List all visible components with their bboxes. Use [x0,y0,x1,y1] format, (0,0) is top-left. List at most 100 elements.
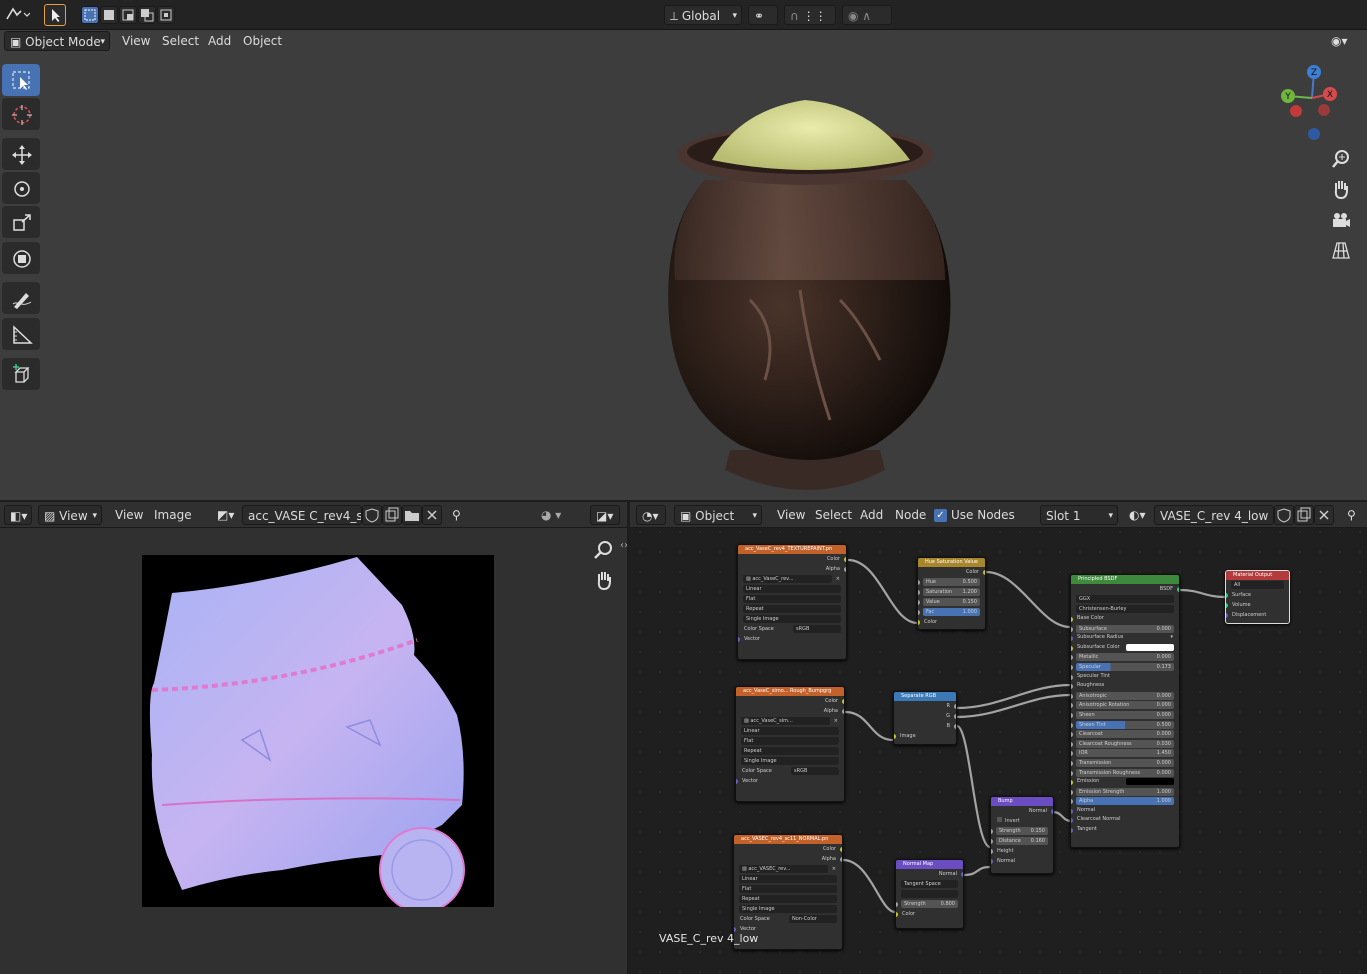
bsdf-input-subsurface[interactable]: Subsurface 0.000 [1071,624,1179,634]
bsdf-input-subsurface-color[interactable]: Subsurface Color [1071,643,1179,653]
socket-distance-in[interactable] [991,839,993,844]
socket-value-in[interactable] [918,600,920,605]
socket-vector-in[interactable] [736,779,738,784]
3d-viewport[interactable]: ▣ Object Mode ▾ View Select Add Object ◉▾ [0,30,1367,500]
value-slider[interactable]: Metallic 0.000 [1076,653,1174,662]
fake-user-button[interactable] [362,505,382,525]
socket-input[interactable] [1071,684,1073,690]
hue-saturation-value-node[interactable]: Hue Saturation Value Color Hue 0.500 Satu… [917,557,986,630]
image-name-field[interactable]: acc_VASE C_rev4_si... [242,505,362,525]
bsdf-input-emission-strength[interactable]: Emission Strength 1.000 [1071,787,1179,797]
pan-image-button[interactable] [592,568,616,592]
bsdf-input-sheen-tint[interactable]: Sheen Tint 0.500 [1071,720,1179,730]
rotate-tool[interactable] [2,172,40,204]
material-output-node[interactable]: Material Output All Surface Volume Displ… [1225,570,1290,624]
menu-view[interactable]: View [117,31,155,51]
socket-input[interactable] [1071,703,1073,709]
strength-field[interactable]: Strength 0.800 [896,899,963,909]
socket-color-out[interactable] [983,570,985,575]
value-slider[interactable]: Sheen Tint 0.500 [1076,720,1174,729]
socket-input[interactable] [1071,799,1073,805]
perspective-toggle-button[interactable] [1330,240,1352,262]
colorspace-dropdown[interactable]: sRGB [791,767,839,775]
colorspace-dropdown[interactable]: sRGB [793,625,841,633]
socket-surface-in[interactable] [1226,593,1228,598]
socket-input[interactable] [1071,693,1073,699]
socket-color-out[interactable] [840,847,842,852]
socket-color-in[interactable] [918,620,920,625]
menu-image[interactable]: Image [149,505,197,525]
source-dropdown[interactable]: Single Image [736,756,844,766]
menu-object[interactable]: Object [238,31,287,51]
socket-input[interactable] [1071,636,1073,642]
vase-3d-model[interactable] [600,60,1020,500]
bsdf-input-transmission-roughness[interactable]: Transmission Roughness 0.000 [1071,768,1179,778]
socket-color-out[interactable] [844,557,846,562]
value-slider[interactable]: Anisotropic Rotation 0.000 [1076,701,1174,710]
zoom-image-button[interactable] [592,538,616,562]
bsdf-input-specular[interactable]: Specular 0.173 [1071,662,1179,672]
bsdf-input-ior[interactable]: IOR 1.450 [1071,748,1179,758]
socket-input[interactable] [1071,770,1073,776]
zoom-view-button[interactable] [1330,148,1352,170]
bsdf-input-anisotropic[interactable]: Anisotropic 0.000 [1071,691,1179,701]
display-channels-dropdown[interactable]: ◪▾ [590,505,620,525]
value-slider[interactable]: Transmission Roughness 0.000 [1076,768,1174,777]
socket-color-out[interactable] [842,699,844,704]
strength-field[interactable]: Strength 0.150 [991,826,1053,836]
socket-input[interactable] [1071,732,1073,738]
image-texture-node-1[interactable]: acc_VaseC_rev4_TEXTUREPAINT.pn Color Alp… [737,544,847,660]
bsdf-input-alpha[interactable]: Alpha 1.000 [1071,796,1179,806]
navigation-gizmo[interactable]: Z X Y [1272,64,1352,144]
target-dropdown[interactable]: All [1226,580,1289,590]
socket-b-out[interactable] [954,724,956,729]
interpolation-dropdown[interactable]: Linear [738,584,846,594]
principled-bsdf-node[interactable]: Principled BSDF BSDF GGX Christensen-Bur… [1070,574,1180,848]
value-slider[interactable]: Specular 0.173 [1076,662,1174,671]
select-box-tool-button[interactable] [44,4,66,26]
colorspace-dropdown[interactable]: Non-Color [789,915,837,923]
proportional-edit-toggle[interactable]: ◉ ∧ [842,5,892,25]
socket-saturation-in[interactable] [918,590,920,595]
unlink-image-button[interactable] [422,505,442,525]
socket-alpha-out[interactable] [842,709,844,714]
fac-field[interactable]: Fac 1.000 [918,607,985,617]
socket-strength-in[interactable] [896,902,898,907]
value-slider[interactable]: Sheen 0.000 [1076,710,1174,719]
bsdf-input-tangent[interactable]: Tangent [1071,825,1179,835]
transform-orientation-dropdown[interactable]: ⟂ Global ▾ [664,5,742,25]
extension-dropdown[interactable]: Repeat [738,604,846,614]
snap-toggle[interactable]: ∩ ⋮⋮ [784,5,836,25]
socket-fac-in[interactable] [918,610,920,615]
transform-tool[interactable] [2,242,40,274]
bsdf-input-anisotropic-rotation[interactable]: Anisotropic Rotation 0.000 [1071,700,1179,710]
socket-vector-in[interactable] [738,637,740,642]
socket-alpha-out[interactable] [844,567,846,572]
bsdf-input-specular-tint[interactable]: Specular Tint [1071,672,1179,682]
socket-input[interactable] [1071,674,1073,680]
image-editor[interactable]: ◧▾ ▨ View ▾ View Image ◩▾ acc_VASE C_rev4… [0,502,627,974]
extension-dropdown[interactable]: Repeat [736,746,844,756]
pin-button[interactable]: ⚲ [447,505,466,525]
mode-dropdown[interactable]: ▣ Object Mode ▾ [4,31,110,51]
open-image-button[interactable] [402,505,422,525]
image-datablock[interactable]: ▨ acc_VaseC_rev... × [738,574,846,584]
extension-dropdown[interactable]: Repeat [734,894,842,904]
pivot-point-dropdown[interactable]: ⚭ [748,5,778,25]
separate-rgb-node[interactable]: Separate RGB R G B Image [893,691,957,745]
mode-difference-button[interactable] [138,6,156,24]
pan-view-button[interactable] [1330,178,1352,200]
projection-dropdown[interactable]: Flat [738,594,846,604]
scale-tool[interactable] [2,206,40,238]
view-mode-dropdown[interactable]: ▨ View ▾ [38,505,102,525]
overlay-dropdown[interactable]: ◕ ▾ [536,505,576,525]
value-field[interactable]: Value 0.150 [918,597,985,607]
socket-normal-out[interactable] [1051,809,1053,814]
mode-extend-button[interactable] [100,6,118,24]
measure-tool[interactable] [2,318,40,350]
projection-dropdown[interactable]: Flat [736,736,844,746]
mode-subtract-button[interactable] [119,6,137,24]
subsurface-method-dropdown[interactable]: Christensen-Burley [1071,604,1179,614]
invert-checkbox[interactable]: Invert [991,816,1053,826]
annotate-tool[interactable] [2,282,40,314]
